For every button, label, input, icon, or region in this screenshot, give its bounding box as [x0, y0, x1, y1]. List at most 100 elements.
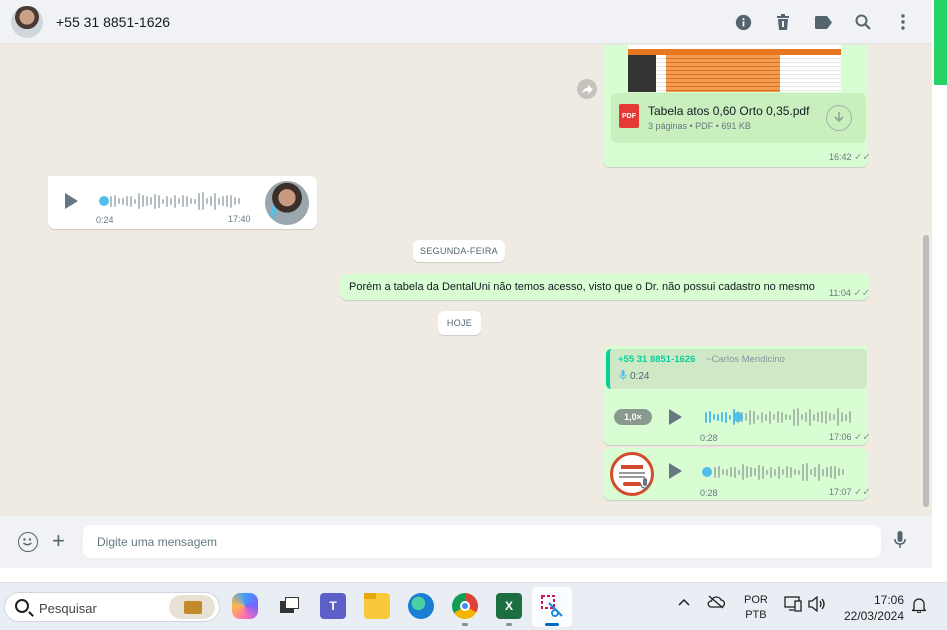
more-icon[interactable]	[894, 13, 912, 31]
copilot-icon[interactable]	[232, 593, 258, 619]
text-message-time: 11:04 ✓✓	[829, 288, 871, 299]
waveform-bar	[837, 408, 839, 426]
trash-icon[interactable]	[774, 13, 792, 31]
waveform-bar	[762, 465, 764, 479]
briefcase-icon[interactable]	[169, 595, 215, 619]
mic-icon	[619, 370, 627, 384]
pdf-file-name: Tabela atos 0,60 Orto 0,35.pdf	[648, 104, 810, 118]
waveform-bar	[789, 414, 791, 420]
voice-elapsed: 0:28	[700, 433, 718, 443]
windows-taskbar: Pesquisar T X POR PTB 17:06 22/03/2024	[0, 582, 947, 630]
voice-waveform[interactable]	[705, 406, 851, 428]
waveform-bar	[726, 468, 728, 476]
teams-icon[interactable]: T	[320, 593, 346, 619]
waveform-bar	[842, 469, 844, 475]
waveform-bar	[754, 468, 756, 476]
waveform-bar	[841, 412, 843, 422]
waveform-bar	[142, 195, 144, 207]
chat-header: +55 31 8851-1626	[0, 0, 932, 44]
clock-date: 22/03/2024	[843, 609, 904, 623]
info-icon[interactable]	[734, 13, 752, 31]
waveform-bar	[126, 196, 128, 206]
clock-time: 17:06	[873, 593, 904, 607]
waveform-bar	[174, 194, 176, 208]
emoji-icon[interactable]	[18, 532, 38, 552]
waveform-bar	[781, 411, 783, 423]
input-language[interactable]: POR PTB	[744, 593, 768, 623]
waveform-bar	[194, 198, 196, 204]
waveform-bar	[766, 469, 768, 475]
voice-waveform[interactable]	[714, 461, 844, 483]
window-bottom-edge	[0, 568, 947, 582]
waveform-bar	[813, 413, 815, 421]
forward-icon[interactable]	[577, 79, 597, 99]
waveform-bar	[730, 467, 732, 477]
waveform-bar	[166, 195, 168, 207]
window-edge	[932, 0, 947, 630]
cloud-offline-icon[interactable]	[707, 595, 726, 612]
chevron-up-icon[interactable]	[678, 597, 690, 609]
chrome-icon[interactable]	[452, 593, 478, 619]
pdf-message-time: 16:42 ✓✓	[829, 152, 871, 163]
waveform-bar	[202, 192, 204, 210]
contact-name[interactable]: +55 31 8851-1626	[56, 14, 170, 30]
waveform-bar	[234, 197, 236, 205]
taskbar-search[interactable]: Pesquisar	[4, 592, 220, 622]
playback-position-dot[interactable]	[702, 467, 712, 477]
waveform-bar	[757, 414, 759, 420]
chat-scrollbar[interactable]	[923, 235, 929, 507]
message-input[interactable]: Digite uma mensagem	[83, 525, 881, 558]
waveform-bar	[753, 410, 755, 424]
waveform-bar	[198, 192, 200, 210]
date-separator: HOJE	[438, 311, 481, 335]
task-view-icon[interactable]	[276, 593, 302, 619]
quoted-message[interactable]: +55 31 8851-1626 ~Carlos Mendicino 0:24	[606, 349, 867, 389]
mic-icon	[268, 206, 278, 223]
pdf-file-icon: PDF	[619, 104, 639, 128]
play-icon[interactable]	[65, 193, 78, 209]
playback-position-dot[interactable]	[99, 196, 109, 206]
waveform-bar	[830, 466, 832, 478]
waveform-bar	[785, 414, 787, 420]
waveform-bar	[773, 414, 775, 420]
contact-avatar[interactable]	[11, 5, 43, 38]
edge-icon[interactable]	[408, 593, 434, 619]
search-icon[interactable]	[854, 13, 872, 31]
file-explorer-icon[interactable]	[364, 593, 390, 619]
waveform-bar	[817, 412, 819, 422]
voice-elapsed: 0:28	[700, 488, 718, 498]
waveform-bar	[118, 198, 120, 204]
play-icon[interactable]	[669, 409, 682, 425]
waveform-bar	[742, 464, 744, 480]
waveform-bar	[829, 413, 831, 421]
playback-speed-button[interactable]: 1,0×	[614, 409, 652, 425]
attach-plus-icon[interactable]: +	[52, 528, 65, 554]
label-icon[interactable]	[814, 13, 832, 31]
waveform-bar	[214, 192, 216, 210]
waveform-bar	[758, 464, 760, 480]
snipping-tool-icon[interactable]	[539, 593, 565, 619]
waveform-bar	[814, 467, 816, 477]
notification-bell-icon[interactable]	[910, 597, 928, 616]
waveform-bar	[801, 414, 803, 420]
waveform-bar	[222, 196, 224, 206]
pdf-preview-thumbnail[interactable]	[628, 45, 841, 92]
waveform-bar	[130, 195, 132, 207]
play-icon[interactable]	[669, 463, 682, 479]
waveform-bar	[825, 410, 827, 424]
waveform-bar	[834, 465, 836, 479]
volume-icon[interactable]	[808, 595, 826, 615]
excel-icon[interactable]: X	[496, 593, 522, 619]
download-icon[interactable]	[826, 105, 852, 131]
network-icon[interactable]	[784, 596, 802, 615]
pdf-file-card[interactable]: PDF Tabela atos 0,60 Orto 0,35.pdf 3 pág…	[611, 93, 866, 143]
waveform-bar	[761, 411, 763, 423]
waveform-bar	[818, 463, 820, 481]
waveform-bar	[794, 469, 796, 475]
voice-record-icon[interactable]	[894, 531, 906, 554]
waveform-bar	[238, 198, 240, 204]
voice-waveform[interactable]	[110, 190, 240, 212]
playback-position-dot[interactable]	[733, 412, 743, 422]
accent-strip	[934, 0, 947, 85]
system-clock[interactable]: 17:06 22/03/2024	[842, 592, 904, 624]
